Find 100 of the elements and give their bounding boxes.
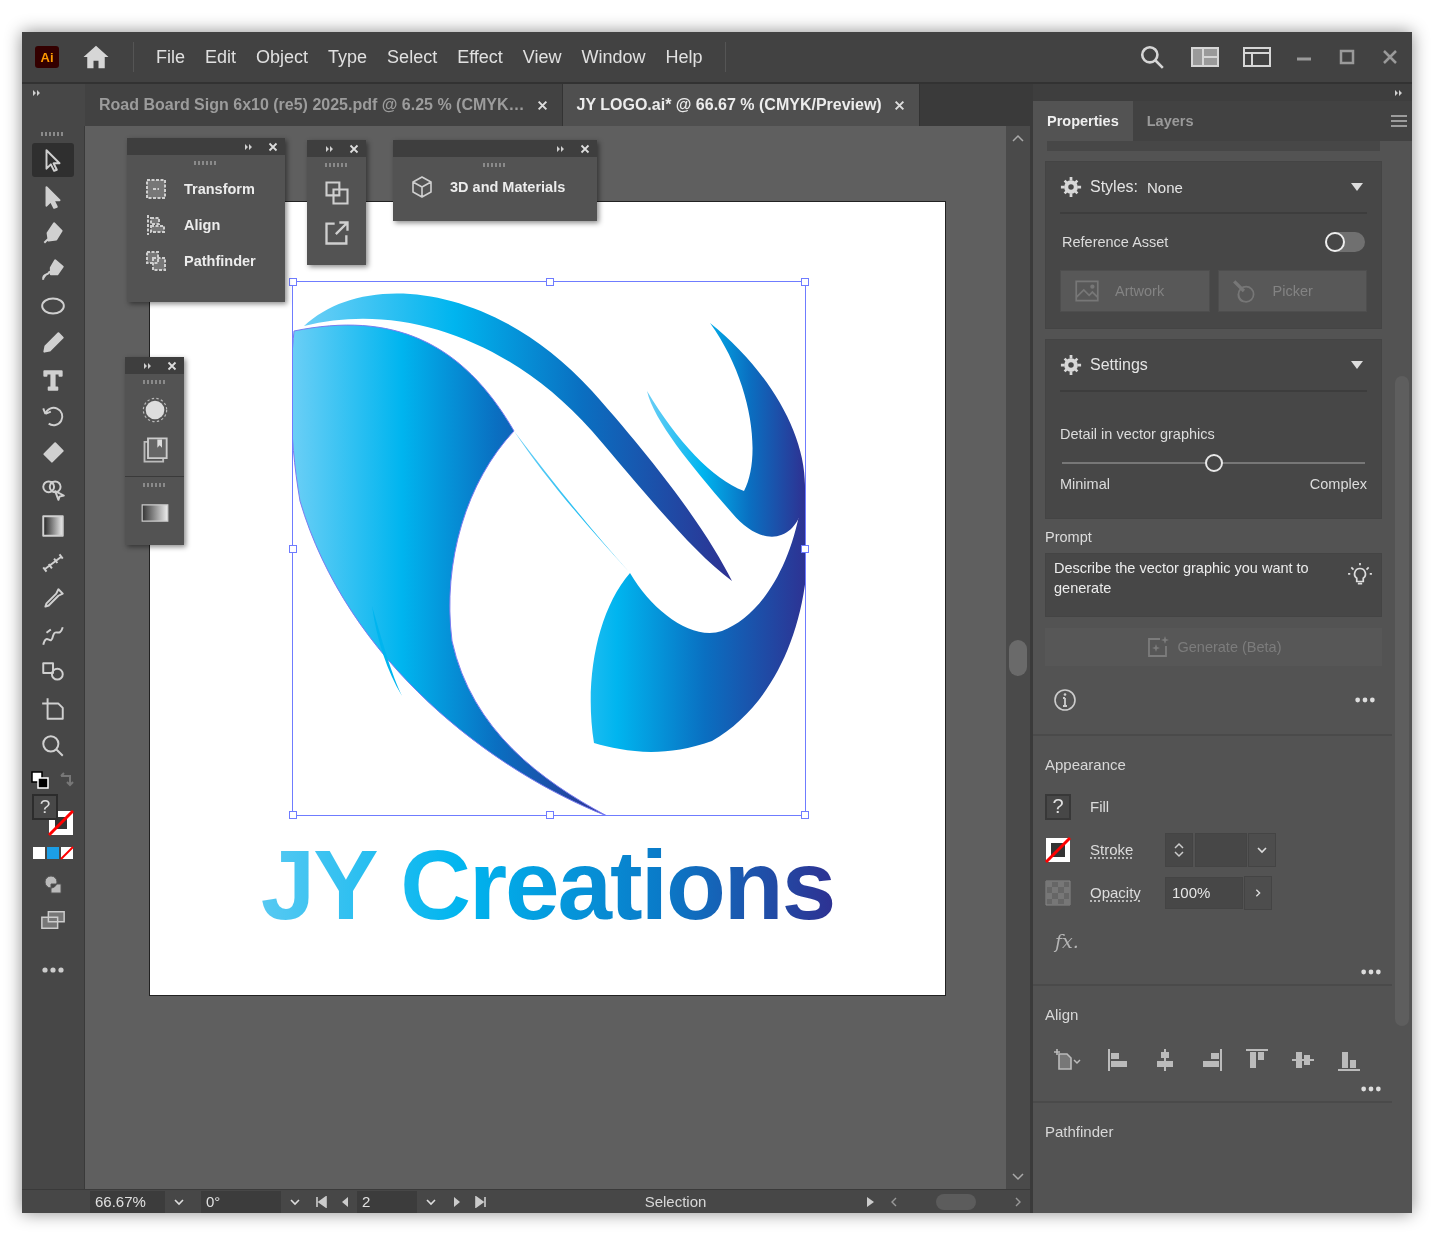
dropdown-triangle-icon[interactable] [1351, 183, 1363, 191]
slider-max-label: Complex [1309, 476, 1367, 492]
zoom-field[interactable]: 66.67% [90, 1190, 165, 1213]
curvy-pen-icon [40, 256, 66, 283]
panel-tab[interactable]: Properties [1033, 101, 1133, 141]
left-align-bars-icon [144, 213, 168, 237]
app-logo: Ai [35, 46, 59, 68]
gear-icon [1060, 176, 1082, 198]
first-artboard-icon[interactable] [315, 1195, 327, 1208]
appearance-title: Appearance [1045, 756, 1127, 773]
slider-label: Detail in vector graphics [1060, 426, 1216, 442]
menu-item[interactable]: Help [655, 40, 713, 74]
dropdown-caret-icon[interactable] [289, 1197, 301, 1206]
pathfinder-title: Pathfinder [1045, 1123, 1115, 1140]
collapse-arrows-icon[interactable] [556, 144, 566, 153]
close-icon[interactable] [536, 99, 548, 111]
settings-title: Settings [1090, 356, 1148, 374]
menu-item[interactable]: Edit [195, 40, 247, 74]
sparkle-frame-icon [1145, 635, 1170, 659]
fill-swatch[interactable]: ? [32, 794, 58, 821]
collapse-arrows-icon[interactable] [1394, 88, 1404, 97]
menu-icon[interactable] [1391, 115, 1407, 127]
more-tools-icon[interactable] [40, 966, 66, 975]
menu-item[interactable]: Select [377, 40, 448, 74]
close-icon[interactable] [167, 360, 177, 371]
reference-asset-toggle[interactable] [1325, 232, 1365, 252]
bounding-box-icon [144, 177, 168, 201]
stroke-link[interactable]: Stroke [1090, 841, 1165, 858]
artboard-icon [40, 695, 66, 722]
search-icon[interactable] [1139, 44, 1165, 70]
current-tool-label: Selection [643, 1193, 708, 1210]
collapse-arrows-icon[interactable] [244, 142, 254, 151]
slider-min-label: Minimal [1060, 476, 1110, 492]
dropdown-triangle-icon[interactable] [1351, 361, 1363, 369]
panel-shortcut[interactable]: 3D and Materials [393, 173, 597, 205]
gear-icon [1060, 354, 1082, 376]
maximize-icon[interactable] [1337, 47, 1357, 67]
checkerboard-swatch[interactable] [1045, 879, 1071, 906]
more-options-icon[interactable] [1360, 1085, 1382, 1093]
slider-thumb[interactable] [1204, 454, 1223, 472]
info-icon[interactable] [1053, 688, 1077, 712]
color-mode-swatches-icon[interactable] [32, 846, 74, 861]
play-arrow-icon[interactable] [864, 1195, 876, 1208]
overlapping-squares-icon [144, 249, 168, 273]
pencil-icon [40, 329, 66, 356]
panel-shortcut[interactable]: Transform [127, 171, 285, 207]
styles-label: Styles: [1090, 178, 1138, 196]
dropdown-caret-icon[interactable] [425, 1197, 437, 1206]
selected-logo-drawing[interactable] [292, 281, 806, 816]
sun-circle-icon[interactable] [140, 396, 169, 424]
effects-button[interactable]: fx. [1055, 930, 1079, 952]
document-tab[interactable]: Road Board Sign 6x10 (re5) 2025.pdf @ 6.25 % (CMYK… [85, 84, 563, 126]
scroll-down-icon[interactable] [1012, 1173, 1024, 1181]
dropdown-caret-icon[interactable] [173, 1197, 185, 1206]
reference-asset-label: Reference Asset [1062, 234, 1169, 250]
stroke-none-swatch[interactable] [1045, 836, 1071, 863]
fill-label: Fill [1090, 798, 1111, 815]
menu-item[interactable]: View [512, 40, 572, 74]
panel-shortcut[interactable]: Pathfinder [127, 243, 285, 279]
gradient-square-icon [40, 512, 66, 539]
default-colors-icon[interactable] [30, 770, 50, 791]
image-frame-icon [1073, 278, 1101, 304]
close-icon[interactable] [580, 143, 590, 154]
prompt-field[interactable]: Describe the vector graphic you want to generate [1045, 553, 1382, 617]
styles-value[interactable]: None [1147, 178, 1183, 196]
menu-item[interactable]: File [146, 40, 195, 74]
menu-item[interactable]: Type [318, 40, 378, 74]
document-tab[interactable]: JY LOGO.ai* @ 66.67 % (CMYK/Preview) [562, 84, 920, 126]
opacity-field[interactable]: 100% [1165, 876, 1243, 909]
more-options-icon[interactable] [1354, 696, 1376, 704]
collapse-arrows-icon[interactable] [325, 144, 335, 153]
arrow-pointer-tool[interactable] [32, 143, 74, 177]
panel-tab[interactable]: Layers [1132, 101, 1208, 141]
close-icon[interactable] [349, 143, 359, 154]
scroll-up-icon[interactable] [1012, 134, 1024, 142]
stroke-weight-stepper[interactable] [1165, 832, 1193, 867]
stroke-weight-dropdown[interactable] [1248, 832, 1276, 867]
artboard-number-field[interactable]: 2 [357, 1190, 417, 1213]
magnifier-icon [40, 732, 66, 759]
menu-item[interactable]: Object [246, 40, 319, 74]
menu-item[interactable]: Window [571, 40, 656, 74]
prompt-label: Prompt [1045, 529, 1093, 545]
expand-arrows-icon[interactable] [32, 89, 42, 97]
vertical-scrollbar[interactable] [1006, 126, 1030, 1189]
close-icon[interactable] [268, 141, 278, 152]
more-options-icon[interactable] [1360, 968, 1382, 976]
menu-item[interactable]: Effect [447, 40, 513, 74]
scroll-thumb[interactable] [1009, 639, 1027, 676]
opacity-link[interactable]: Opacity [1090, 884, 1165, 901]
overlapping-squares-icon[interactable] [322, 179, 351, 207]
panel-shortcut[interactable]: Align [127, 207, 285, 243]
lightbulb-icon[interactable] [1347, 562, 1373, 588]
rotation-field[interactable]: 0° [201, 1190, 281, 1213]
export-arrow-icon[interactable] [322, 219, 351, 247]
caret-icon [1256, 844, 1268, 855]
fill-swatch[interactable]: ? [1045, 793, 1071, 820]
collapse-arrows-icon[interactable] [143, 361, 153, 370]
close-icon[interactable] [893, 99, 905, 111]
last-artboard-icon[interactable] [475, 1195, 487, 1208]
window-layout-icon[interactable] [1243, 47, 1271, 67]
